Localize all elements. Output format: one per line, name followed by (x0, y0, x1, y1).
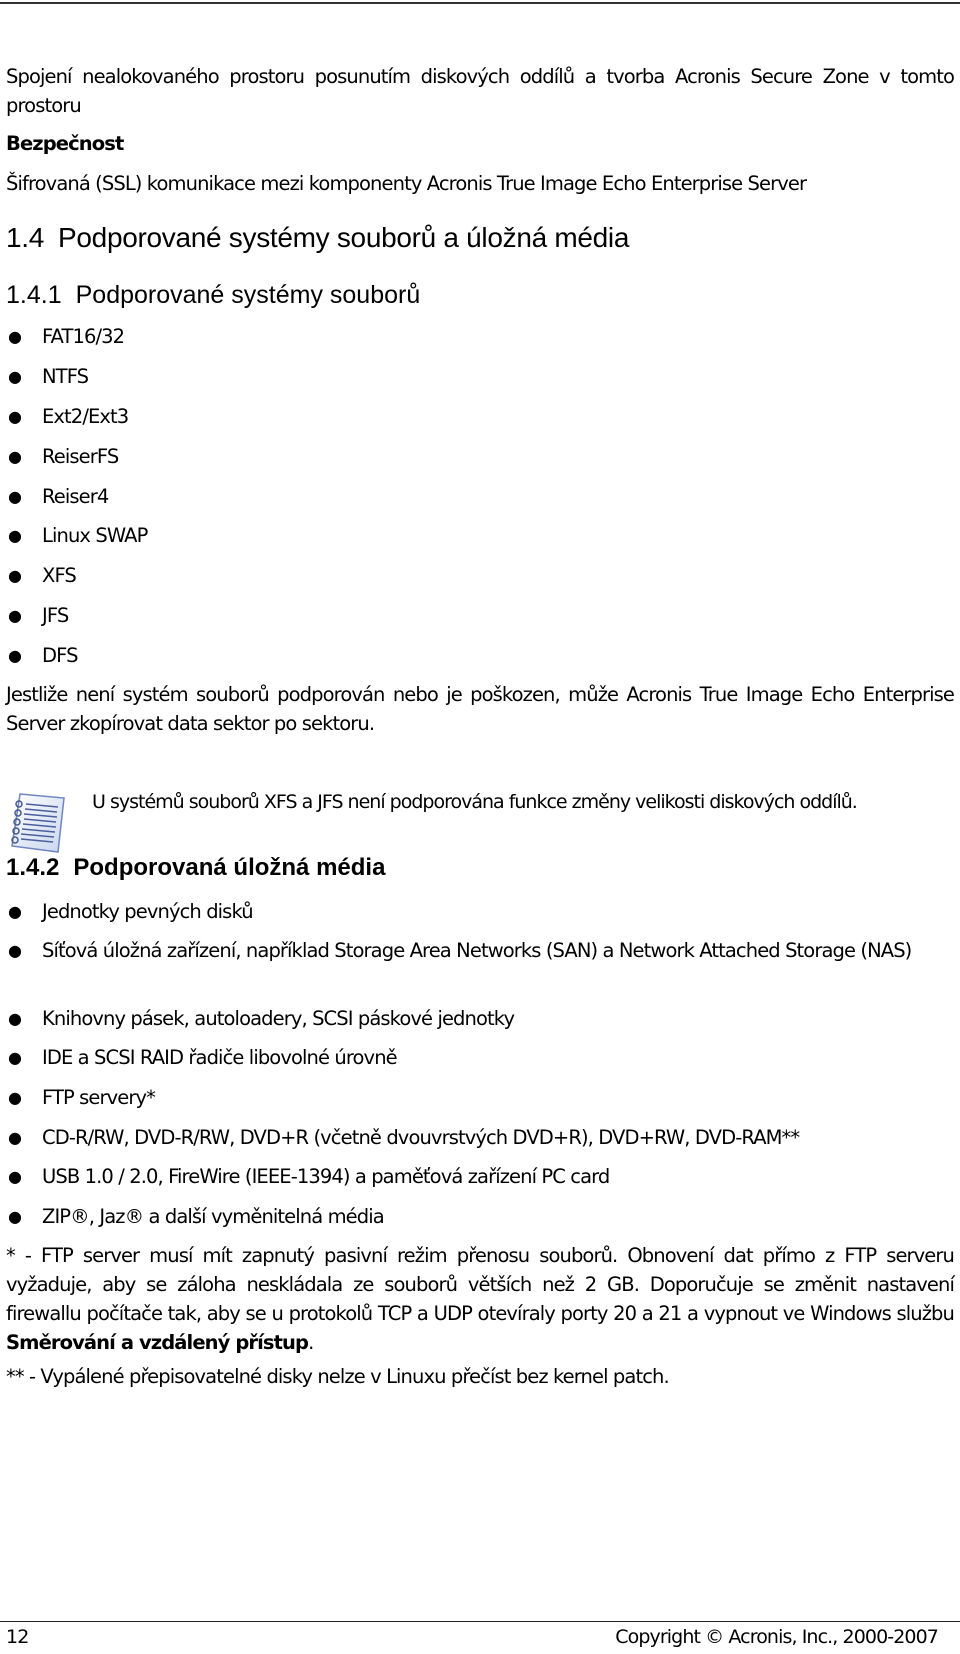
footer-rule (0, 1621, 960, 1622)
bullet-icon: ● (8, 902, 22, 921)
bullet-icon: ● (8, 1088, 22, 1107)
bullet-icon: ● (8, 1009, 22, 1028)
section-title: Podporované systémy souborů a úložná méd… (58, 222, 630, 253)
notepad-icon (6, 788, 76, 858)
section-heading-1-4-1: 1.4.1 Podporované systémy souborů (6, 280, 420, 310)
section-number: 1.4.2 (6, 854, 60, 881)
section-heading-1-4-2: 1.4.2 Podporovaná úložná média (6, 853, 385, 883)
dvd-footnote: ** - Vypálené přepisovatelné disky nelze… (6, 1365, 670, 1388)
bullet-icon: ● (8, 327, 22, 346)
section-number: 1.4 (6, 222, 45, 253)
bullet-icon: ● (8, 566, 22, 585)
bullet-icon: ● (8, 1207, 22, 1226)
bullet-icon: ● (8, 1048, 22, 1067)
bullet-icon: ● (8, 487, 22, 506)
bullet-icon: ● (8, 646, 22, 665)
header-rule (0, 2, 960, 4)
bullet-icon: ● (8, 1128, 22, 1147)
bullet-icon: ● (8, 407, 22, 426)
security-heading: Bezpečnost (6, 132, 124, 155)
feature-paragraph: Spojení nealokovaného prostoru posunutím… (6, 65, 955, 117)
bullet-icon: ● (8, 606, 22, 625)
page-number: 12 (6, 1626, 29, 1648)
bullet-icon: ● (8, 447, 22, 466)
copyright-notice: Copyright © Acronis, Inc., 2000-2007 (615, 1626, 939, 1648)
routing-service-name: Směrování a vzdálený přístup (6, 1331, 309, 1354)
section-title: Podporovaná úložná média (73, 854, 386, 881)
bullet-icon: ● (8, 367, 22, 386)
section-number: 1.4.1 (6, 281, 62, 309)
section-heading-1-4: 1.4 Podporované systémy souborů a úložná … (6, 222, 629, 254)
unsupported-fs-paragraph: Jestliže není systém souborů podporován … (6, 683, 955, 735)
section-title: Podporované systémy souborů (75, 281, 421, 309)
security-paragraph: Šifrovaná (SSL) komunikace mezi komponen… (6, 172, 807, 195)
ftp-footnote: * - FTP server musí mít zapnutý pasivní … (6, 1244, 955, 1354)
bullet-icon: ● (8, 941, 22, 960)
bullet-icon: ● (8, 526, 22, 545)
note-text: U systémů souborů XFS a JFS není podporo… (92, 791, 858, 813)
bullet-icon: ● (8, 1167, 22, 1186)
